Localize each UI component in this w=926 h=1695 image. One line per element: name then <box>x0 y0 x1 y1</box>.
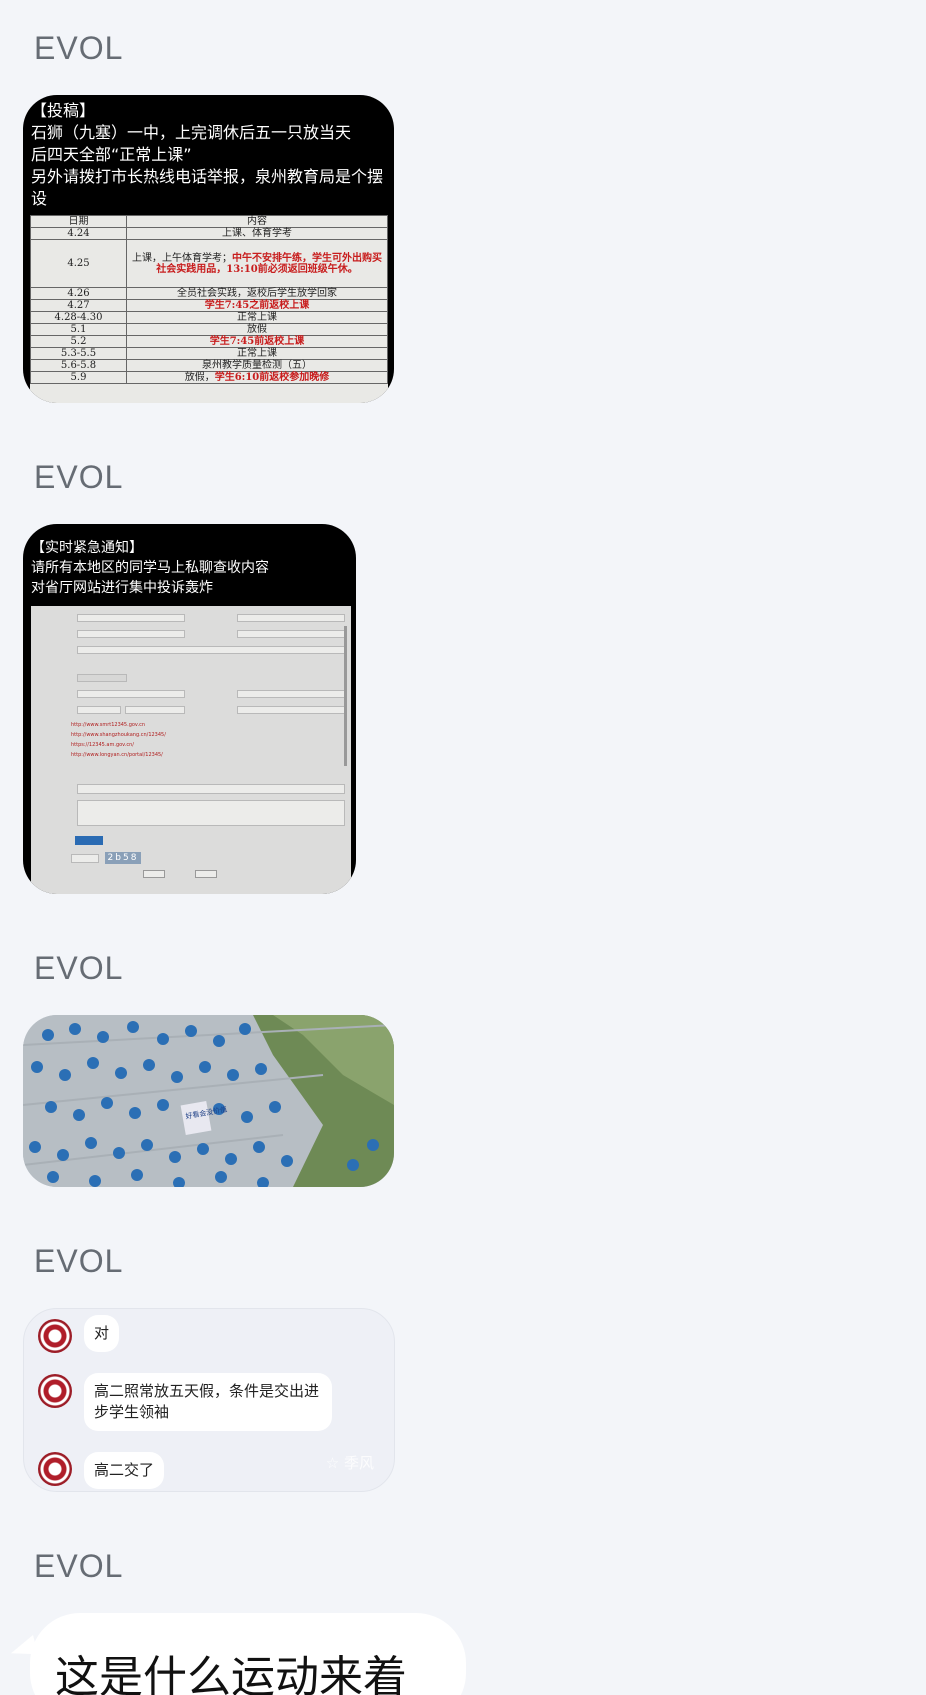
date-cell: 4.28-4.30 <box>30 311 127 324</box>
caption-line: 请所有本地区的同学马上私聊查收内容 <box>31 560 269 576</box>
plain-text: 放假， <box>184 372 215 383</box>
image-caption: 【实时紧急通知】 请所有本地区的同学马上私聊查收内容 对省厅网站进行集中投诉轰炸 <box>23 524 356 598</box>
column-header: 内容 <box>126 215 388 228</box>
content-cell: 放假，学生6:10前返校参加晚修 <box>126 371 388 384</box>
star-icon: ☆ <box>325 1454 340 1472</box>
watermark: ☆ 季风 <box>326 1452 374 1473</box>
content-cell: 正常上课 <box>126 311 388 324</box>
caption-line: 设 <box>31 189 48 208</box>
caption-line: 【投稿】 <box>31 101 96 120</box>
text-message-bubble[interactable]: 这是什么运动来着 <box>30 1613 466 1695</box>
avatar <box>38 1319 72 1353</box>
form-link: https://12345.am.gov.cn/ <box>71 742 134 748</box>
date-cell: 4.25 <box>30 239 127 288</box>
schedule-table: 日期 内容 4.24 上课、体育学考 4.25 上课，上午体育学考；中午不安排午… <box>30 215 388 403</box>
image-caption: 【投稿】 石狮（九塞）一中，上完调休后五一只放当天 后四天全部“正常上课” 另外… <box>23 95 394 210</box>
content-cell: 上课，上午体育学考；中午不安排午练，学生可外出购买社会实践用品，13:10前必须… <box>126 239 388 288</box>
complaint-form-screenshot: http://www.smrt12345.gov.cn http://www.s… <box>31 606 351 894</box>
content-cell: 上课、体育学考 <box>126 227 388 240</box>
plain-text: 正常上课 <box>237 312 277 323</box>
table-row: 4.25 上课，上午体育学考；中午不安排午练，学生可外出购买社会实践用品，13:… <box>30 239 388 288</box>
table-row: 4.28-4.30 正常上课 <box>30 311 388 324</box>
table-row: 5.2 学生7:45前返校上课 <box>30 335 388 348</box>
date-cell: 5.2 <box>30 335 127 348</box>
chat-bubble: 高二交了 <box>84 1452 165 1489</box>
date-cell: 4.24 <box>30 227 127 240</box>
crowd-photo: 好看会没价值 <box>23 1015 394 1187</box>
content-cell: 放假 <box>126 323 388 336</box>
image-message-chat[interactable]: 对 高二照常放五天假，条件是交出进步学生领袖 高二交了 ☆ 季风 <box>23 1308 395 1492</box>
content-cell: 正常上课 <box>126 347 388 360</box>
plain-text: 泉州教学质量检测（五） <box>202 360 312 371</box>
captcha-image: 2b58 <box>105 852 141 864</box>
plain-text: 正常上课 <box>237 348 277 359</box>
sender-name: EVOL <box>34 30 124 66</box>
sender-name: EVOL <box>34 950 124 986</box>
red-text: 学生6:10前返校参加晚修 <box>214 372 330 383</box>
red-text: 学生7:45之前返校上课 <box>204 300 310 311</box>
table-row: 5.1 放假 <box>30 323 388 336</box>
watermark-text: 季风 <box>343 1454 374 1472</box>
avatar <box>38 1374 72 1408</box>
caption-line: 对省厅网站进行集中投诉轰炸 <box>31 580 213 596</box>
caption-line: 后四天全部“正常上课” <box>31 145 192 164</box>
date-cell: 4.27 <box>30 299 127 312</box>
red-text: 学生7:45前返校上课 <box>209 336 305 347</box>
plain-text: 放假 <box>247 324 267 335</box>
chat-bubble: 高二照常放五天假，条件是交出进步学生领袖 <box>84 1373 332 1431</box>
column-header: 日期 <box>30 215 127 228</box>
content-cell: 学生7:45之前返校上课 <box>126 299 388 312</box>
date-cell: 5.3-5.5 <box>30 347 127 360</box>
sender-name: EVOL <box>34 1548 124 1584</box>
date-cell: 5.1 <box>30 323 127 336</box>
sender-name: EVOL <box>34 1243 124 1279</box>
chat-bubble: 对 <box>84 1315 120 1352</box>
message-text: 这是什么运动来着 <box>55 1652 407 1695</box>
date-cell: 5.9 <box>30 371 127 384</box>
date-cell: 5.6-5.8 <box>30 359 127 372</box>
content-cell: 全员社会实践，返校后学生放学回家 <box>126 287 388 300</box>
table-row: 5.9 放假，学生6:10前返校参加晚修 <box>30 371 388 384</box>
table-row: 4.26 全员社会实践，返校后学生放学回家 <box>30 287 388 300</box>
image-message-notice[interactable]: 【实时紧急通知】 请所有本地区的同学马上私聊查收内容 对省厅网站进行集中投诉轰炸… <box>23 524 356 894</box>
plain-text: 全员社会实践，返校后学生放学回家 <box>177 288 337 299</box>
content-cell: 学生7:45前返校上课 <box>126 335 388 348</box>
table-row: 5.6-5.8 泉州教学质量检测（五） <box>30 359 388 372</box>
caption-line: 石狮（九塞）一中，上完调休后五一只放当天 <box>31 123 352 142</box>
table-row: 4.24 上课、体育学考 <box>30 227 388 240</box>
table-row: 5.3-5.5 正常上课 <box>30 347 388 360</box>
plain-text: 上课、体育学考 <box>222 228 292 239</box>
upload-button-icon <box>75 836 103 845</box>
avatar <box>38 1452 72 1486</box>
date-cell: 4.26 <box>30 287 127 300</box>
plain-text: 上课，上午体育学考； <box>132 252 232 264</box>
form-link: http://www.shangzhoukang.cn/12345/ <box>71 732 166 738</box>
image-message-photo[interactable]: 好看会没价值 <box>23 1015 394 1187</box>
caption-line: 【实时紧急通知】 <box>31 540 143 556</box>
content-cell: 泉州教学质量检测（五） <box>126 359 388 372</box>
sender-name: EVOL <box>34 459 124 495</box>
image-message-schedule[interactable]: 【投稿】 石狮（九塞）一中，上完调休后五一只放当天 后四天全部“正常上课” 另外… <box>23 95 394 403</box>
table-row: 4.27 学生7:45之前返校上课 <box>30 299 388 312</box>
form-link: http://www.smrt12345.gov.cn <box>71 722 146 728</box>
caption-line: 另外请拨打市长热线电话举报，泉州教育局是个摆 <box>31 167 384 186</box>
form-link: http://www.longyan.cn/portal/12345/ <box>71 752 163 758</box>
